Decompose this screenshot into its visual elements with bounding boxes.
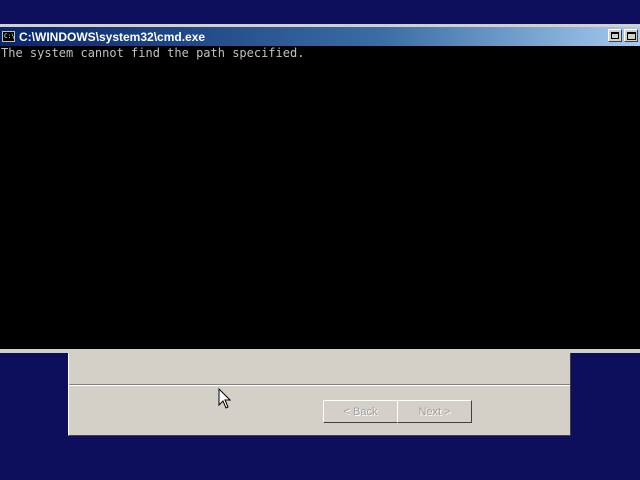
- back-button[interactable]: < Back: [323, 400, 398, 423]
- console-line: The system cannot find the path specifie…: [1, 46, 305, 60]
- mouse-pointer-icon: [218, 388, 232, 409]
- maximize-icon: [626, 31, 636, 40]
- next-button[interactable]: Next >: [397, 400, 472, 423]
- wizard-separator: [69, 384, 570, 386]
- maximize-button[interactable]: [624, 29, 638, 42]
- restore-button[interactable]: [608, 29, 622, 42]
- restore-icon: [611, 32, 619, 39]
- desktop: < Back Next > C:\ C:\WINDOWS\system32\cm…: [0, 0, 640, 480]
- cmd-icon[interactable]: C:\: [2, 31, 15, 42]
- titlebar[interactable]: C:\ C:\WINDOWS\system32\cmd.exe: [0, 27, 640, 46]
- window-controls: [608, 29, 638, 42]
- setup-wizard-dialog: < Back Next >: [68, 340, 571, 436]
- cmd-window[interactable]: C:\ C:\WINDOWS\system32\cmd.exe The syst…: [0, 24, 640, 353]
- console-output[interactable]: The system cannot find the path specifie…: [0, 46, 640, 349]
- window-title: C:\WINDOWS\system32\cmd.exe: [19, 29, 206, 44]
